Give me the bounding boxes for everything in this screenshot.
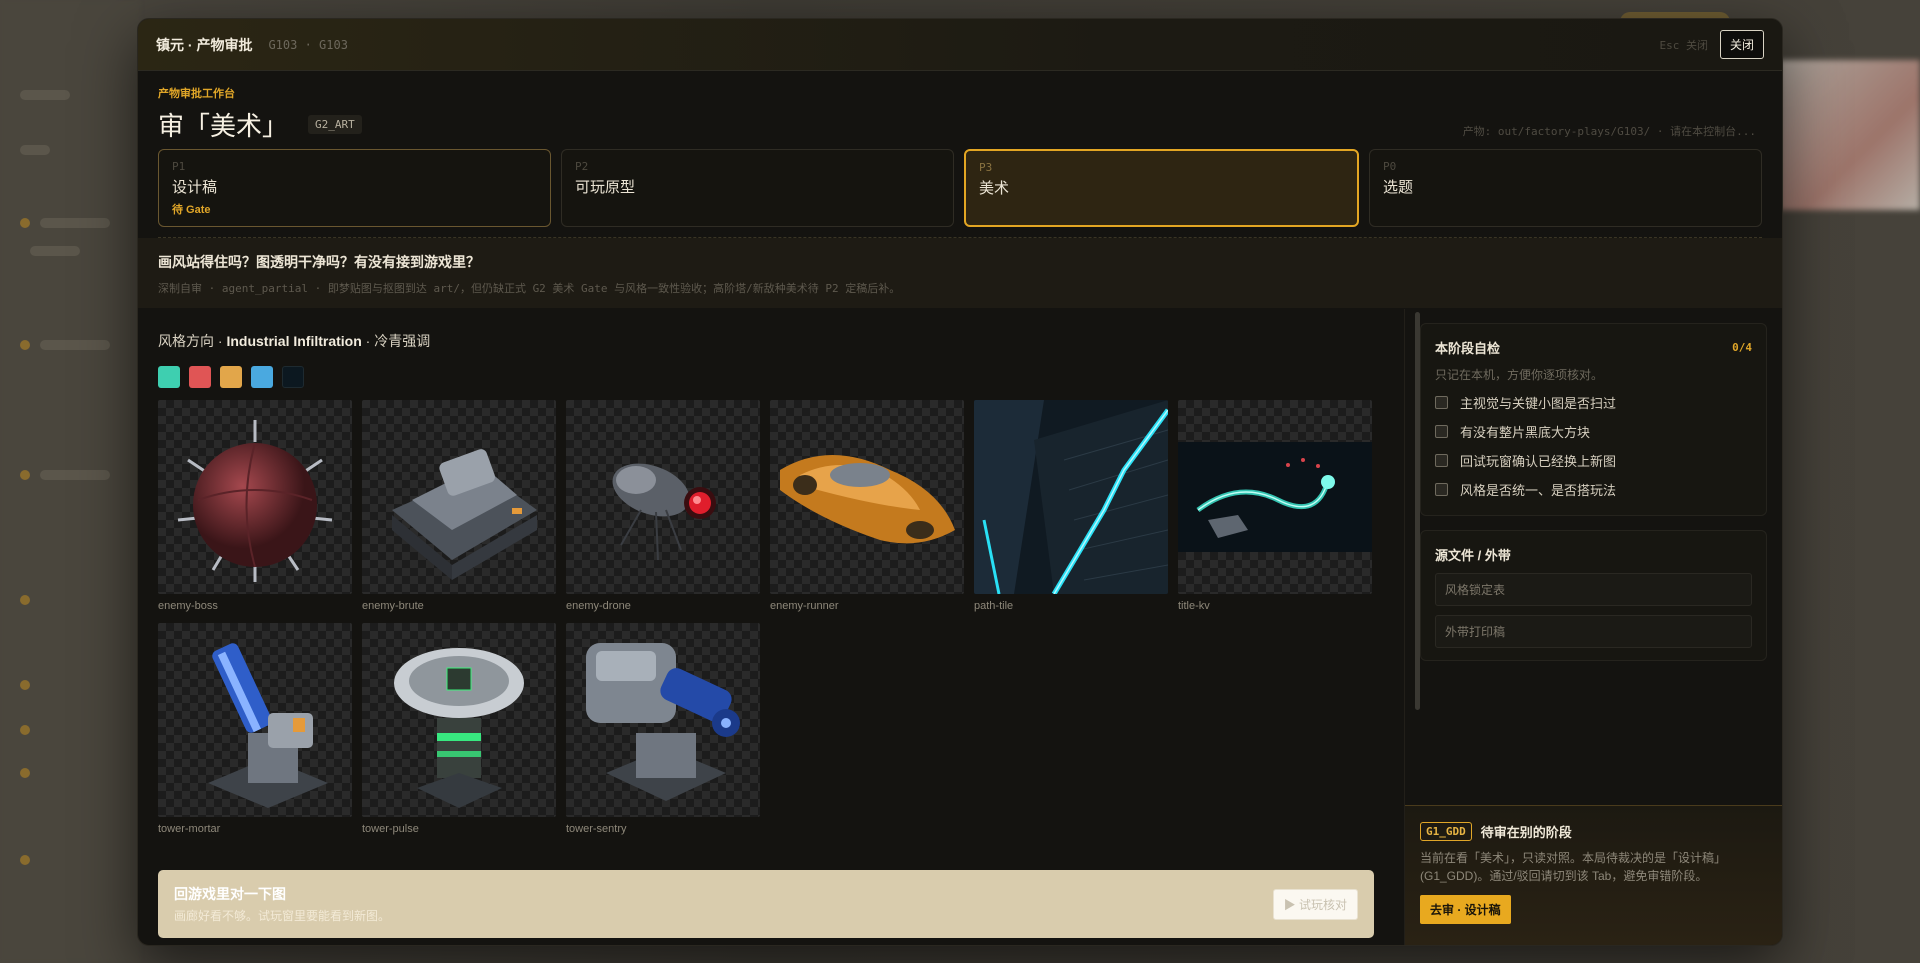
checkbox[interactable] <box>1435 425 1448 438</box>
asset-grid: enemy-boss enemy-brute enemy-drone enemy… <box>158 400 1374 846</box>
esc-hint: Esc 关闭 <box>1659 38 1708 52</box>
spiked-sphere-icon <box>177 420 333 582</box>
self-check-title: 本阶段自检 <box>1435 341 1501 356</box>
asset-name: title-kv <box>1178 600 1210 612</box>
checklist-label: 主视觉与关键小图是否扫过 <box>1460 396 1617 411</box>
gate-code-badge: G2_ART <box>308 114 362 134</box>
color-swatches <box>158 366 1374 388</box>
pending-gate-badge: G1_GDD <box>1420 822 1472 841</box>
stage-code: P1 <box>172 160 186 173</box>
checklist-label: 风格是否统一、是否搭玩法 <box>1460 483 1617 498</box>
stage-tabs: P1 设计稿 待 Gate P2 可玩原型 P3 美术 P0 选题 <box>158 149 1762 238</box>
stage-name: 设计稿 <box>172 179 218 196</box>
hovercar-icon <box>780 455 955 544</box>
close-button[interactable]: 关闭 <box>1719 30 1764 59</box>
tab-stage-p1[interactable]: P1 设计稿 待 Gate <box>158 149 551 227</box>
self-check-count: 0/4 <box>1732 341 1752 354</box>
print-draft-link[interactable]: 外带打印稿 <box>1435 615 1752 648</box>
checklist-item[interactable]: 风格是否统一、是否搭玩法 <box>1435 480 1752 499</box>
swatch-teal <box>158 366 180 388</box>
swatch-red <box>189 366 211 388</box>
asset-name: enemy-brute <box>362 600 424 612</box>
asset-name: tower-pulse <box>362 823 419 835</box>
asset-gallery-pane[interactable]: 风格方向 · Industrial Infiltration · 冷青强调 en… <box>158 309 1420 945</box>
workbench-header: 产物审批工作台 审「美术」 G2_ART P1 设计稿 待 Gate P2 可玩… <box>138 71 1782 238</box>
checklist-item[interactable]: 主视觉与关键小图是否扫过 <box>1435 393 1752 412</box>
style-direction: 风格方向 · Industrial Infiltration · 冷青强调 <box>158 331 1374 351</box>
self-check-card: 本阶段自检 0/4 只记在本机，方便你逐项核对。 主视觉与关键小图是否扫过 有没… <box>1420 323 1767 516</box>
tab-stage-p3[interactable]: P3 美术 <box>964 149 1359 227</box>
review-sidebar: 本阶段自检 0/4 只记在本机，方便你逐项核对。 主视觉与关键小图是否扫过 有没… <box>1404 309 1782 945</box>
style-name: Industrial Infiltration <box>226 333 362 349</box>
pending-stage-panel: G1_GDD 待审在别的阶段 当前在看「美术」，只读对照。本局待裁决的是「设计稿… <box>1405 805 1782 945</box>
sources-card: 源文件 / 外带 风格锁定表 外带打印稿 <box>1420 530 1767 661</box>
asset-tile[interactable]: enemy-boss <box>158 400 352 623</box>
asset-name: enemy-boss <box>158 600 218 612</box>
gatling-tower-icon <box>586 643 740 801</box>
asset-tile[interactable]: title-kv <box>1178 400 1372 623</box>
modal-title: 镇元 · 产物审批 <box>156 36 253 53</box>
swatch-blue <box>251 366 273 388</box>
checklist-item[interactable]: 回试玩窗确认已经换上新图 <box>1435 451 1752 470</box>
pending-title: 待审在别的阶段 <box>1480 825 1572 840</box>
background-sidebar <box>0 0 140 963</box>
page-title: 审「美术」 <box>158 111 289 142</box>
tab-stage-p2[interactable]: P2 可玩原型 <box>561 149 954 227</box>
tab-stage-p0[interactable]: P0 选题 <box>1369 149 1762 227</box>
self-check-hint: 只记在本机，方便你逐项核对。 <box>1435 368 1604 382</box>
style-prefix: 风格方向 · <box>158 333 227 349</box>
asset-name: tower-sentry <box>566 823 627 835</box>
playtest-button[interactable]: ▶ 试玩核对 <box>1272 888 1358 920</box>
modal-header: 镇元 · 产物审批 G103 · G103 Esc 关闭 关闭 <box>138 19 1782 71</box>
swatch-dark <box>282 366 304 388</box>
asset-tile[interactable]: enemy-drone <box>566 400 760 623</box>
cta-subtitle: 画廊好看不够。试玩窗里要能看到新图。 <box>174 909 391 923</box>
checkbox[interactable] <box>1435 454 1448 467</box>
asset-name: path-tile <box>974 600 1014 612</box>
checklist-label: 回试玩窗确认已经换上新图 <box>1460 454 1617 469</box>
tank-icon <box>392 449 537 580</box>
pulse-tower-icon <box>394 648 524 808</box>
approval-modal: 镇元 · 产物审批 G103 · G103 Esc 关闭 关闭 产物审批工作台 … <box>137 18 1783 946</box>
drone-icon <box>612 463 716 561</box>
stage-name: 选题 <box>1383 179 1414 196</box>
checkbox[interactable] <box>1435 483 1448 496</box>
stage-gate-badge: 待 Gate <box>172 204 211 216</box>
asset-tile[interactable]: tower-mortar <box>158 623 352 846</box>
review-question: 画风站得住吗？图透明干净吗？有没有接到游戏里？ 深制自审 · agent_par… <box>138 238 1782 308</box>
asset-tile[interactable]: enemy-brute <box>362 400 556 623</box>
product-path: 产物: out/factory-plays/G103/ · 请在本控制台... <box>1462 125 1756 138</box>
neon-path-tile-icon <box>974 400 1168 594</box>
style-suffix: · 冷青强调 <box>361 333 431 349</box>
stage-code: P0 <box>1383 160 1397 173</box>
checklist-label: 有没有整片黑底大方块 <box>1460 425 1591 440</box>
stage-code: P2 <box>575 160 589 173</box>
cta-title: 回游戏里对一下图 <box>174 886 286 902</box>
go-review-design-button[interactable]: 去审 · 设计稿 <box>1420 895 1511 924</box>
asset-name: enemy-runner <box>770 600 839 612</box>
stage-name: 美术 <box>979 180 1010 197</box>
asset-name: tower-mortar <box>158 823 221 835</box>
pending-description: 当前在看「美术」，只读对照。本局待裁决的是「设计稿」(G1_GDD)。通过/驳回… <box>1420 851 1727 883</box>
stage-code: P3 <box>979 161 993 174</box>
modal-subtitle: G103 · G103 <box>268 37 348 52</box>
asset-name: enemy-drone <box>566 600 631 612</box>
review-body: 风格方向 · Industrial Infiltration · 冷青强调 en… <box>138 309 1782 945</box>
checkbox[interactable] <box>1435 396 1448 409</box>
checklist-item[interactable]: 有没有整片黑底大方块 <box>1435 422 1752 441</box>
workbench-eyebrow: 产物审批工作台 <box>158 88 235 100</box>
key-visual-icon <box>1178 442 1372 552</box>
playtest-cta: 回游戏里对一下图 画廊好看不够。试玩窗里要能看到新图。 ▶ 试玩核对 <box>158 870 1374 938</box>
style-lock-sheet-link[interactable]: 风格锁定表 <box>1435 573 1752 606</box>
sources-title: 源文件 / 外带 <box>1435 548 1511 563</box>
asset-tile[interactable]: path-tile <box>974 400 1168 623</box>
asset-tile[interactable]: tower-sentry <box>566 623 760 846</box>
question-title: 画风站得住吗？图透明干净吗？有没有接到游戏里？ <box>158 254 480 270</box>
stage-name: 可玩原型 <box>575 179 636 196</box>
asset-tile[interactable]: tower-pulse <box>362 623 556 846</box>
asset-tile[interactable]: enemy-runner <box>770 400 964 623</box>
swatch-amber <box>220 366 242 388</box>
mortar-tower-icon <box>208 643 328 808</box>
question-note: 深制自审 · agent_partial · 即梦贴图与抠图到达 art/，但仍… <box>158 282 901 295</box>
